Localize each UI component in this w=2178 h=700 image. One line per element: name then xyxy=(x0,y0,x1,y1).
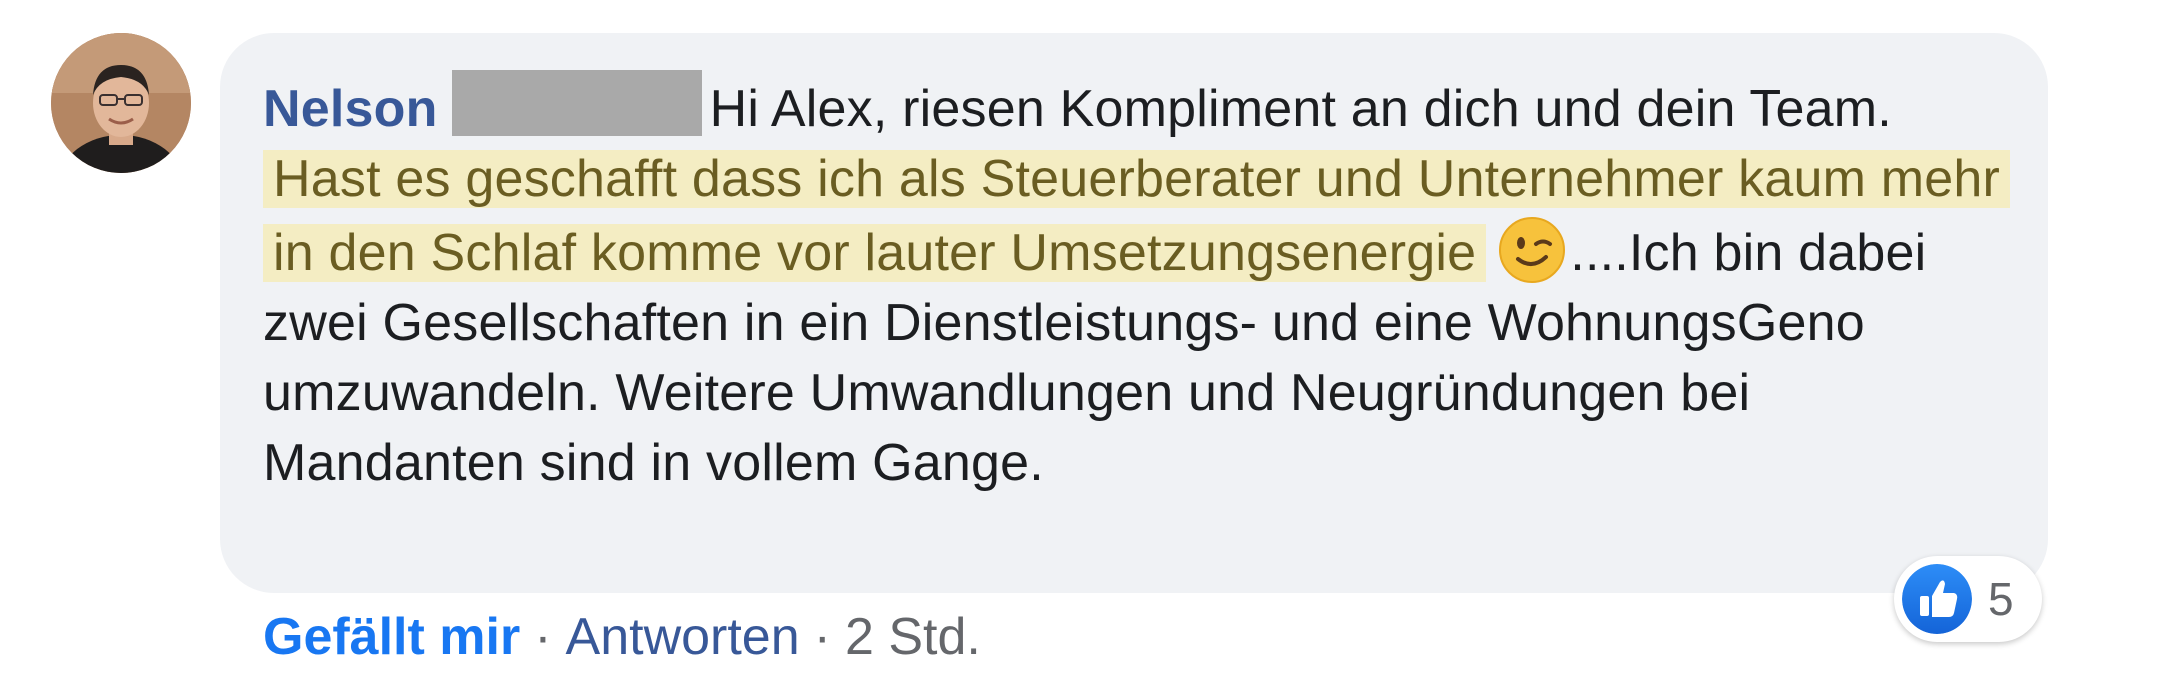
winking-face-emoji-icon xyxy=(1496,214,1568,286)
thumbs-up-icon xyxy=(1902,564,1972,634)
comment-actions: Gefällt mir · Antworten · 2 Std. xyxy=(263,602,981,672)
timestamp[interactable]: 2 Std. xyxy=(845,608,981,666)
avatar[interactable] xyxy=(51,33,191,173)
reaction-summary[interactable]: 5 xyxy=(1894,556,2042,642)
author-name[interactable]: Nelson xyxy=(263,80,438,138)
comment-text-intro: Hi Alex, riesen Kompliment an dich und d… xyxy=(709,80,1892,138)
profile-photo-icon xyxy=(51,33,191,173)
comment-text: Nelson Hi Alex, riesen Kompliment an dich… xyxy=(263,70,2023,498)
redacted-surname xyxy=(451,70,702,136)
separator-dot: · xyxy=(534,608,552,666)
reply-button[interactable]: Antworten xyxy=(566,608,800,666)
reaction-count: 5 xyxy=(1988,573,2014,625)
separator-dot: · xyxy=(813,608,831,666)
like-button[interactable]: Gefällt mir xyxy=(263,608,520,666)
